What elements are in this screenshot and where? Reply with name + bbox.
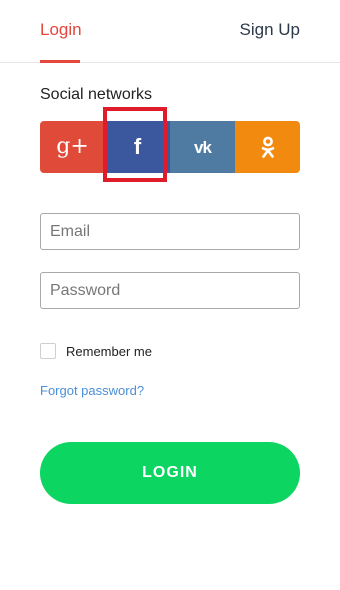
social-networks-heading: Social networks (40, 86, 153, 103)
auth-tabs: Login Sign Up (0, 0, 340, 63)
facebook-button[interactable]: f (105, 121, 170, 173)
tab-login[interactable]: Login (40, 20, 82, 40)
forgot-password-link[interactable]: Forgot password? (40, 383, 144, 398)
google-plus-button[interactable]: g+ (40, 121, 105, 173)
remember-me-label[interactable]: Remember me (66, 344, 152, 359)
google-plus-icon: g+ (56, 134, 89, 159)
active-tab-underline (40, 60, 80, 63)
odnoklassniki-icon (261, 136, 274, 158)
odnoklassniki-button[interactable] (235, 121, 300, 173)
tab-signup[interactable]: Sign Up (240, 20, 300, 40)
remember-me-row: Remember me (40, 343, 152, 359)
vkontakte-button[interactable]: vk (170, 121, 235, 173)
remember-me-checkbox[interactable] (40, 343, 56, 359)
social-buttons-row: g+ f vk (40, 121, 300, 173)
password-field[interactable] (40, 272, 300, 309)
email-field[interactable] (40, 213, 300, 250)
vkontakte-icon: vk (194, 137, 212, 157)
login-button[interactable]: LOGIN (40, 442, 300, 504)
facebook-icon: f (133, 134, 142, 159)
